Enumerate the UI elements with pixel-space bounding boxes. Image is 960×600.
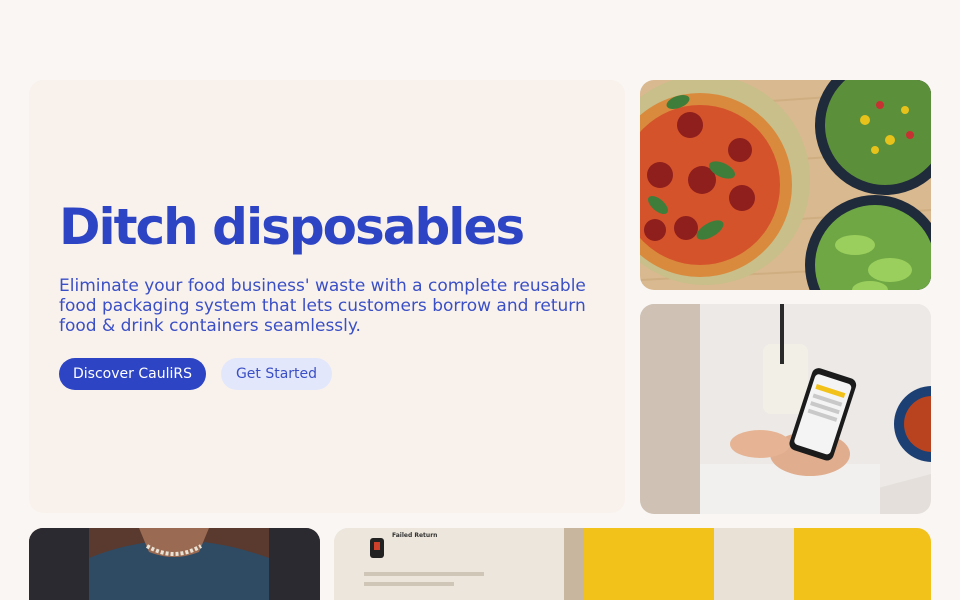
phone-photo xyxy=(640,304,931,514)
packaging-photo: Failed Return xyxy=(334,528,931,600)
page: Ditch disposables Eliminate your food bu… xyxy=(0,0,960,600)
phone-app-image xyxy=(640,304,931,514)
person-image xyxy=(29,528,320,600)
discover-button[interactable]: Discover CauliRS xyxy=(59,358,206,390)
hero-description: Eliminate your food business' waste with… xyxy=(59,276,586,336)
hero-title: Ditch disposables xyxy=(59,198,525,256)
hero-card: Ditch disposables Eliminate your food bu… xyxy=(29,80,625,513)
get-started-button[interactable]: Get Started xyxy=(221,358,332,390)
person-photo xyxy=(29,528,320,600)
failed-return-label: Failed Return xyxy=(392,532,438,539)
food-photo xyxy=(640,80,931,290)
pizza-salad-image xyxy=(640,80,931,290)
